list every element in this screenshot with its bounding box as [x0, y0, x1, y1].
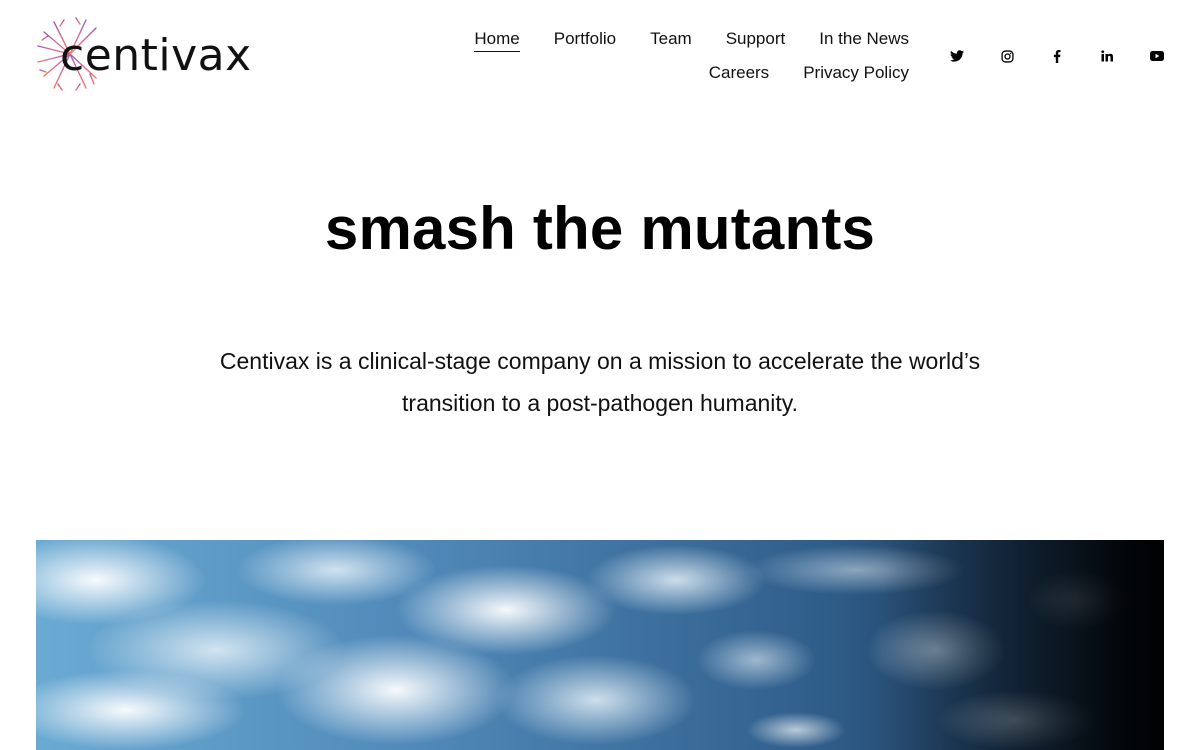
youtube-link[interactable] — [1146, 45, 1168, 67]
site-header: centivax Home Portfolio Team Support In … — [0, 0, 1200, 110]
brand-name: centivax — [60, 30, 252, 81]
nav-item-team[interactable]: Team — [650, 28, 692, 51]
centivax-logo-link[interactable]: centivax — [36, 14, 251, 94]
instagram-icon — [1000, 49, 1014, 63]
twitter-link[interactable] — [946, 45, 968, 67]
main-nav: Home Portfolio Team Support In the News … — [349, 28, 909, 85]
youtube-icon — [1150, 51, 1164, 61]
nav-item-support[interactable]: Support — [726, 28, 786, 51]
linkedin-icon — [1101, 50, 1113, 62]
instagram-link[interactable] — [996, 45, 1018, 67]
earth-from-space-clouds-image — [36, 540, 1164, 750]
nav-item-portfolio[interactable]: Portfolio — [554, 28, 616, 51]
social-links — [946, 45, 1168, 67]
nav-item-in-the-news[interactable]: In the News — [819, 28, 909, 51]
facebook-icon — [1053, 49, 1061, 63]
twitter-icon — [950, 50, 964, 62]
facebook-link[interactable] — [1046, 45, 1068, 67]
linkedin-link[interactable] — [1096, 45, 1118, 67]
hero-subtitle: Centivax is a clinical-stage company on … — [219, 348, 981, 416]
nav-item-privacy-policy[interactable]: Privacy Policy — [803, 62, 909, 85]
nav-item-home[interactable]: Home — [474, 28, 520, 52]
hero-title: smash the mutants — [324, 195, 876, 262]
nav-item-careers[interactable]: Careers — [709, 62, 769, 85]
